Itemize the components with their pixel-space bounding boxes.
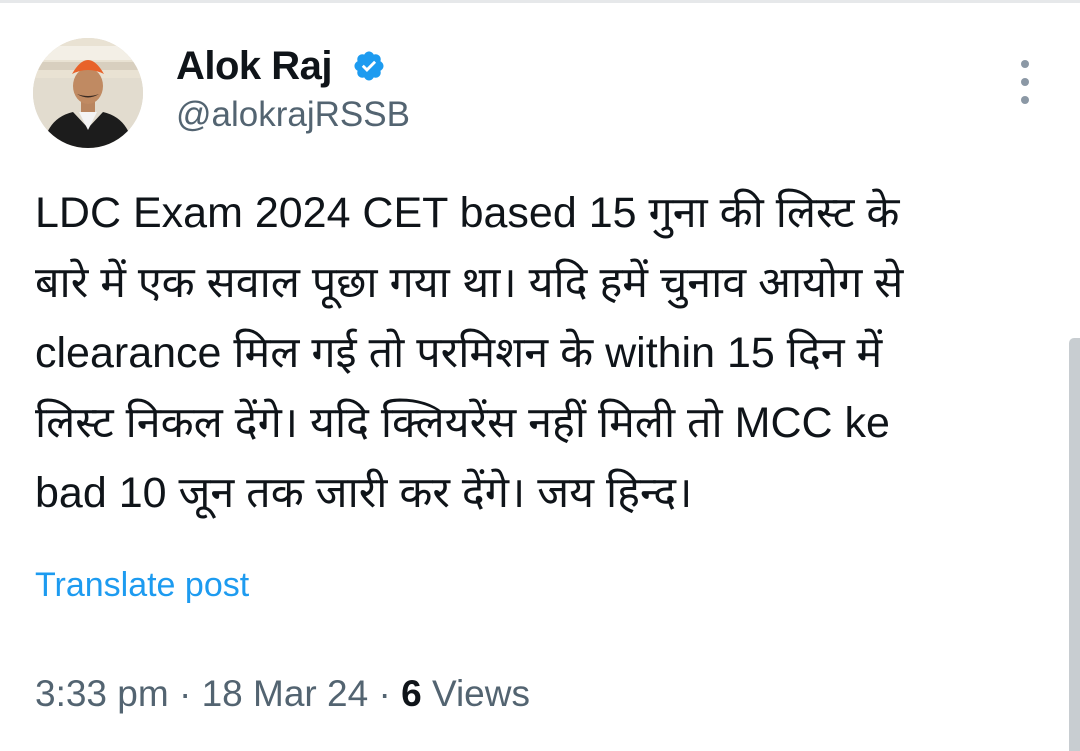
author-handle[interactable]: @alokrajRSSB <box>176 92 410 138</box>
tweet-line: bad 10 जून तक जारी कर देंगे। जय हिन्द। <box>35 469 693 517</box>
more-options-icon[interactable] <box>1010 60 1040 104</box>
tweet-line: लिस्ट निकल देंगे। यदि क्लियरेंस नहीं मिल… <box>35 399 890 447</box>
menu-dot <box>1021 60 1029 68</box>
meta-separator: · <box>178 673 192 714</box>
author-display-name[interactable]: Alok Raj <box>176 40 333 92</box>
tweet-line: clearance मिल गई तो परमिशन के within 15 … <box>35 329 883 377</box>
verified-badge-icon <box>354 51 384 81</box>
tweet-date[interactable]: 18 Mar 24 <box>202 673 369 714</box>
author-avatar[interactable] <box>33 38 143 148</box>
menu-dot <box>1021 78 1029 86</box>
views-label: Views <box>431 673 530 714</box>
views-count: 6 <box>401 673 422 714</box>
translate-post-link[interactable]: Translate post <box>35 563 249 607</box>
tweet-line: बारे में एक सवाल पूछा गया था। यदि हमें च… <box>35 259 904 307</box>
tweet-line: LDC Exam 2024 CET based 15 गुना की लिस्ट… <box>35 189 900 237</box>
tweet-metadata: 3:33 pm · 18 Mar 24 · 6 Views <box>35 670 530 718</box>
scrollbar-thumb[interactable] <box>1069 338 1080 751</box>
menu-dot <box>1021 96 1029 104</box>
avatar-photo-icon <box>33 38 143 148</box>
tweet-time[interactable]: 3:33 pm <box>35 673 169 714</box>
top-divider <box>0 0 1080 3</box>
meta-separator: · <box>378 673 391 714</box>
tweet-text: LDC Exam 2024 CET based 15 गुना की लिस्ट… <box>35 178 1045 528</box>
